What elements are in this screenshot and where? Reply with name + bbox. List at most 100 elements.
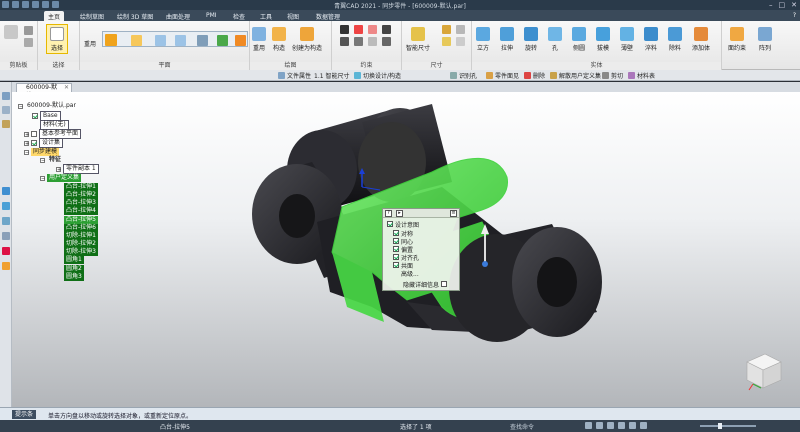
draw-button[interactable]: 构造 [272, 27, 286, 52]
hide-details-button[interactable]: 隐藏详细信息 [403, 280, 448, 289]
checkbox[interactable] [393, 254, 399, 260]
sidewall-button[interactable]: 侧圆 [572, 27, 586, 52]
layers-icon[interactable] [2, 106, 10, 114]
plane-offset-icon[interactable] [155, 35, 166, 46]
angle-dim-icon[interactable] [442, 25, 451, 34]
horizontal-icon[interactable] [340, 25, 349, 34]
tab-data[interactable]: 数据管理 [312, 11, 344, 21]
checkbox[interactable] [387, 221, 393, 227]
expand-icon[interactable]: + [24, 140, 29, 146]
radius-dim-icon[interactable] [456, 25, 465, 34]
create-construct-button[interactable]: 创建为构造 [292, 27, 322, 52]
tree-item[interactable]: 圆角1 [64, 256, 84, 264]
tree-item[interactable]: − 同步建模 [24, 148, 60, 156]
tree-item[interactable]: + 设计集 [24, 138, 64, 148]
tree-item[interactable]: 切除-拉伸1 [64, 232, 98, 240]
tree-item[interactable]: 圆角2 [64, 265, 84, 273]
intent-advanced[interactable]: 高级... [401, 269, 419, 278]
pin-icon[interactable]: ▸ [396, 210, 403, 217]
copy-icon[interactable] [24, 38, 33, 47]
perpendicular-icon[interactable] [354, 37, 363, 46]
tree-root[interactable]: −600009-默认.par [18, 102, 78, 110]
view-fit-icon[interactable] [585, 422, 592, 429]
tree-item[interactable]: 切除-拉伸3 [64, 248, 98, 256]
tree-item[interactable]: 凸台-拉伸1 [64, 183, 98, 191]
design-intent-title[interactable]: 设计意图 [387, 220, 419, 229]
reuse-button[interactable]: 重用 [84, 39, 96, 48]
view-orientation-icon[interactable] [640, 422, 647, 429]
tree-item[interactable]: + 基本参考平面 [24, 129, 82, 139]
tree-item[interactable]: 凸台-拉伸3 [64, 199, 98, 207]
expand-icon[interactable]: + [24, 131, 29, 137]
checkbox[interactable] [393, 246, 399, 252]
sensors-icon[interactable] [2, 217, 10, 225]
cmd-materials[interactable]: 材料表 [628, 71, 655, 80]
tab-inspect[interactable]: 检查 [229, 11, 249, 21]
plane-midway-icon[interactable] [235, 35, 246, 46]
tab-pmi[interactable]: PMI [202, 11, 221, 21]
cmd-part-face[interactable]: 零件面见 [486, 71, 519, 80]
pan-icon[interactable] [607, 422, 614, 429]
tab-sketch[interactable]: 绘制草图 [76, 11, 108, 21]
cmd-dissolve-set[interactable]: 解散用户定义集 [550, 71, 601, 80]
extrude-button[interactable]: 拉伸 [500, 27, 514, 52]
tree-item[interactable]: 凸台-拉伸6 [64, 224, 98, 232]
reuse2-button[interactable]: 重用 [252, 27, 266, 52]
tree-item[interactable]: − 用户定义集 [40, 174, 82, 182]
family-icon[interactable] [2, 202, 10, 210]
errors-icon[interactable] [2, 247, 10, 255]
distance-dim-icon[interactable] [442, 37, 451, 46]
paste-button[interactable] [4, 25, 18, 41]
cmd-file-properties[interactable]: 文件属性 [278, 71, 311, 80]
document-tab[interactable]: 600009-默认.par ✕ [16, 83, 72, 99]
chamfer-button[interactable]: 淬料 [644, 27, 658, 52]
tree-item[interactable]: 圆角3 [64, 273, 84, 281]
pathfinder-icon[interactable] [2, 92, 10, 100]
tab-surface[interactable]: 曲面处理 [162, 11, 194, 21]
face-relate-button[interactable]: 面约束 [728, 27, 746, 52]
shaded-icon[interactable] [629, 422, 636, 429]
close-tab-icon[interactable]: ✕ [64, 84, 69, 92]
tree-item[interactable]: 切除-拉伸2 [64, 240, 98, 248]
collapse-icon[interactable]: − [40, 175, 45, 181]
prompt-label[interactable]: 提示条 [12, 410, 37, 419]
cut-icon[interactable] [24, 26, 33, 35]
checkbox[interactable] [393, 238, 399, 244]
smart-dimension-button[interactable]: 智能尺寸 [406, 27, 430, 52]
fix-icon[interactable] [382, 37, 391, 46]
zoom-knob[interactable] [718, 423, 722, 429]
help-icon[interactable]: ? [385, 210, 392, 217]
equal-icon[interactable] [368, 37, 377, 46]
close-icon[interactable]: ✕ [791, 1, 797, 9]
cmd-recognize-hole[interactable]: 识别孔 [450, 71, 477, 80]
coordinate-system-icon[interactable] [105, 34, 117, 46]
select-button[interactable]: 选择 [46, 24, 68, 54]
tree-item[interactable]: 凸台-拉伸4 [64, 207, 98, 215]
rotate-icon[interactable] [618, 422, 625, 429]
help-icon[interactable]: ? [793, 12, 796, 19]
parallel-icon[interactable] [340, 37, 349, 46]
plane-icon[interactable] [131, 35, 142, 46]
settings-icon[interactable]: ≡ [450, 210, 457, 217]
view-cube[interactable] [746, 353, 782, 391]
tools-icon[interactable] [2, 262, 10, 270]
collapse-icon[interactable]: − [24, 149, 29, 155]
checkbox[interactable] [32, 113, 38, 119]
thinwall-button[interactable]: 薄壁 [620, 27, 634, 52]
cmd-cut[interactable]: 剪切 [602, 71, 623, 80]
library-icon[interactable] [2, 120, 10, 128]
tree-item[interactable]: + 零件副本 1 [56, 164, 99, 174]
plane-angle-icon[interactable] [197, 35, 208, 46]
connect-icon[interactable] [368, 25, 377, 34]
checkbox[interactable] [393, 262, 399, 268]
tab-home[interactable]: 主页 [44, 11, 65, 21]
zoom-area-icon[interactable] [596, 422, 603, 429]
revolve-button[interactable]: 旋转 [524, 27, 538, 52]
tab-3d-sketch[interactable]: 绘制 3D 草图 [113, 11, 157, 21]
tree-item[interactable]: 凸台-拉伸5 [64, 216, 98, 224]
cmd-toggle-construct[interactable]: 切换设计/构造 [354, 71, 401, 80]
tree-item[interactable]: 凸台-拉伸2 [64, 191, 98, 199]
plane-tangent-icon[interactable] [217, 35, 228, 46]
relationships-icon[interactable] [2, 232, 10, 240]
add-body-button[interactable]: 添加体 [692, 27, 710, 52]
